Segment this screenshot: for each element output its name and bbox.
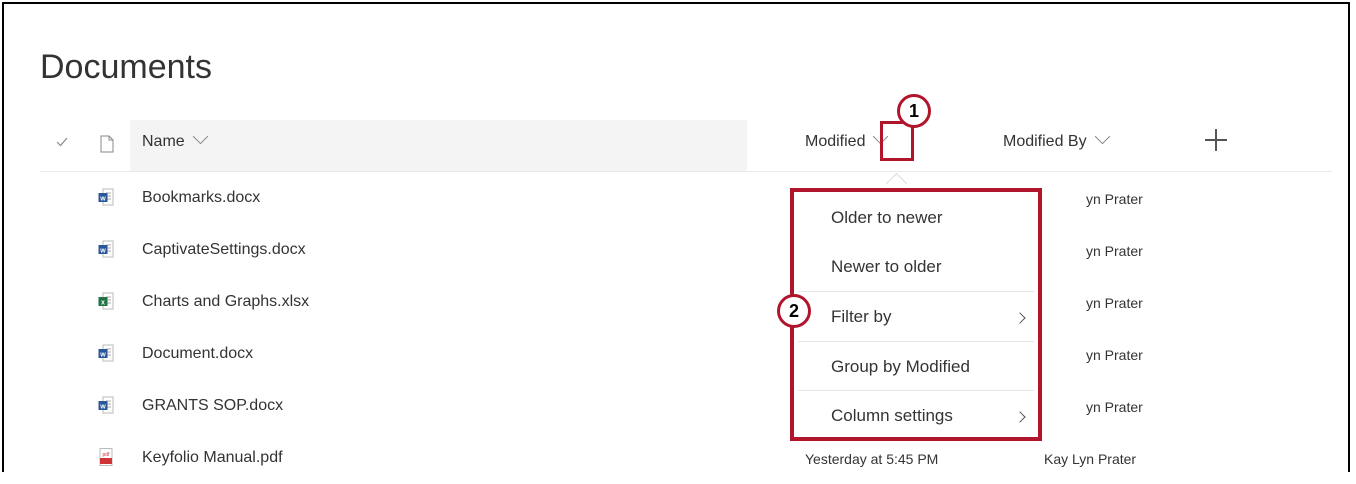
modified-by-cell: yn Prater <box>1086 243 1143 259</box>
svg-text:w: w <box>99 247 106 254</box>
file-name-link[interactable]: GRANTS SOP.docx <box>142 397 283 415</box>
modified-by-column-header[interactable]: Modified By <box>1003 128 1110 151</box>
file-name-link[interactable]: Document.docx <box>142 345 253 363</box>
file-name-link[interactable]: CaptivateSettings.docx <box>142 241 306 259</box>
name-column-header[interactable]: Name <box>142 128 208 151</box>
svg-text:x: x <box>101 299 105 306</box>
excel-file-icon: x <box>98 292 114 310</box>
svg-text:pdf: pdf <box>103 452 111 458</box>
pdf-file-icon: pdf <box>99 448 113 466</box>
checkmark-icon[interactable] <box>56 136 68 148</box>
file-name-link[interactable]: Charts and Graphs.xlsx <box>142 293 309 311</box>
modified-column-header[interactable]: Modified <box>805 128 889 151</box>
modified-by-header-label: Modified By <box>1003 133 1087 150</box>
table-row[interactable]: x Charts and Graphs.xlsx yn Prater <box>40 276 1332 328</box>
name-column-header-highlight <box>130 120 747 171</box>
page-title: Documents <box>40 48 212 86</box>
modified-by-cell: yn Prater <box>1086 399 1143 415</box>
name-header-label: Name <box>142 133 185 150</box>
callout-badge-1: 1 <box>897 94 931 128</box>
document-icon <box>100 135 114 153</box>
word-file-icon: w <box>98 240 114 258</box>
modified-by-cell: yn Prater <box>1086 295 1143 311</box>
chevron-down-icon <box>1094 128 1110 145</box>
word-file-icon: w <box>98 396 114 414</box>
file-name-link[interactable]: Bookmarks.docx <box>142 189 260 207</box>
table-row[interactable]: w CaptivateSettings.docx yn Prater <box>40 224 1332 276</box>
table-row[interactable]: w GRANTS SOP.docx yn Prater <box>40 380 1332 432</box>
column-header-row: Name Modified Modified By <box>40 120 1332 172</box>
plus-icon[interactable] <box>1205 129 1227 151</box>
table-row[interactable]: pdf Keyfolio Manual.pdf Yesterday at 5:45 … <box>40 432 1332 484</box>
callout-badge-2: 2 <box>777 294 811 328</box>
modified-by-cell: yn Prater <box>1086 191 1143 207</box>
word-file-icon: w <box>98 344 114 362</box>
table-row[interactable]: w Document.docx yn Prater <box>40 328 1332 380</box>
table-row[interactable]: w Bookmarks.docx yn Prater <box>40 172 1332 224</box>
modified-by-cell: yn Prater <box>1086 347 1143 363</box>
file-name-link[interactable]: Keyfolio Manual.pdf <box>142 449 283 467</box>
svg-text:w: w <box>99 403 106 410</box>
svg-text:w: w <box>99 195 106 202</box>
svg-text:w: w <box>99 351 106 358</box>
word-file-icon: w <box>98 188 114 206</box>
modified-header-label: Modified <box>805 133 866 150</box>
menu-callout-outline <box>790 188 1042 441</box>
